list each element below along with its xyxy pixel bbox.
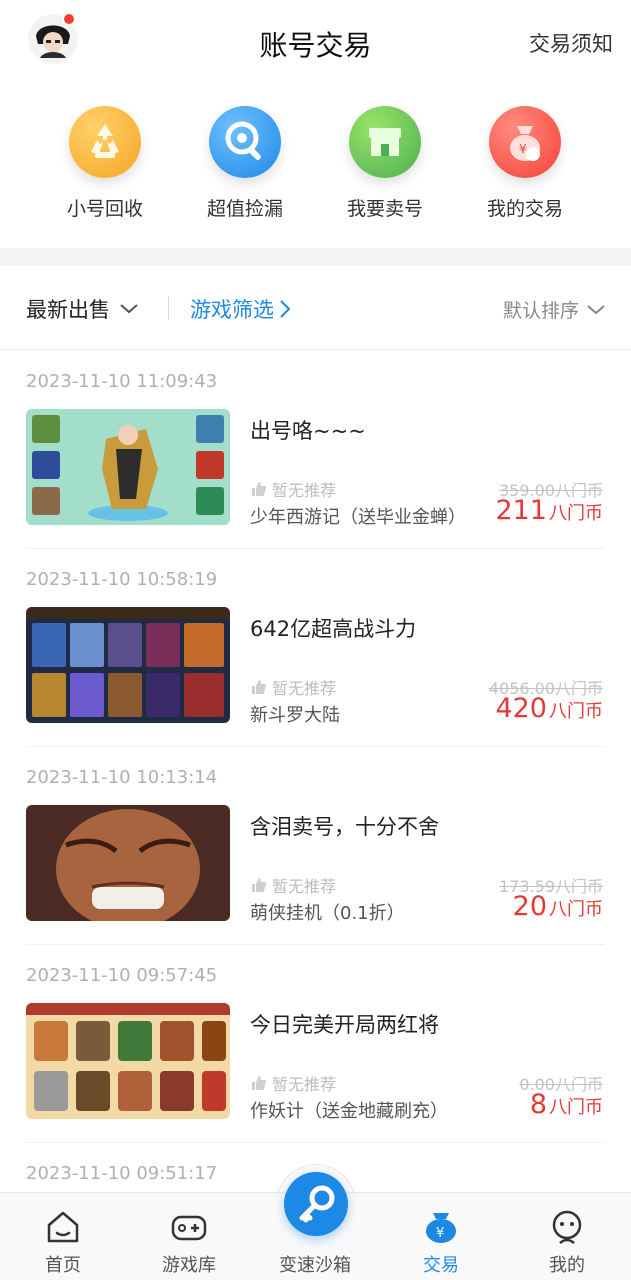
top-header: 账号交易 交易须知	[0, 0, 631, 84]
recommend-status: 暂无推荐	[250, 477, 336, 501]
recommend-label: 暂无推荐	[272, 679, 337, 698]
listing-thumbnail	[26, 1003, 230, 1119]
gamepad-icon	[171, 1215, 207, 1241]
quick-action-my-trades[interactable]: ¥ 我的交易	[455, 100, 595, 221]
filter-separator	[168, 296, 169, 320]
svg-text:¥: ¥	[436, 1226, 444, 1241]
listing-list: 2023-11-10 11:09:43 出号咯~~~ 暂无推荐 少年西游记（送毕…	[0, 351, 631, 1280]
quick-action-label: 我要卖号	[346, 198, 423, 220]
price-value: 8	[529, 1089, 547, 1120]
recommend-status: 暂无推荐	[250, 1071, 336, 1095]
recommend-label: 暂无推荐	[272, 877, 337, 896]
price-unit: 八门币	[549, 899, 603, 920]
listing-title: 出号咯~~~	[250, 419, 366, 443]
latest-sale-label: 最新出售	[26, 298, 110, 322]
tab-home[interactable]: 首页	[0, 1193, 126, 1280]
sale-price: 420 八门币	[495, 693, 603, 724]
quick-actions: 小号回收 超值捡漏 我要卖号 ¥ 我的交易	[0, 100, 631, 240]
tab-label: 首页	[45, 1255, 81, 1276]
listing-game: 少年西游记（送毕业金蝉）	[250, 507, 466, 528]
tab-label: 游戏库	[162, 1255, 216, 1276]
sale-price: 8 八门币	[530, 1089, 603, 1120]
price-unit: 八门币	[549, 1097, 603, 1118]
listing-title: 642亿超高战斗力	[250, 617, 417, 641]
sort-dropdown[interactable]: 默认排序	[503, 296, 607, 323]
sale-price: 211 八门币	[495, 495, 603, 526]
tab-me[interactable]: 我的	[504, 1193, 630, 1280]
price-unit: 八门币	[549, 503, 603, 524]
listing-time: 2023-11-10 11:09:43	[26, 371, 218, 392]
game-filter-label: 游戏筛选	[190, 298, 274, 322]
tab-label: 变速沙箱	[279, 1255, 351, 1276]
tab-trade[interactable]: ¥ 交易	[378, 1193, 504, 1280]
thumbs-up-icon	[252, 482, 267, 496]
listing-thumbnail	[26, 607, 230, 723]
profile-icon	[552, 1210, 582, 1244]
price-value: 211	[495, 495, 547, 526]
key-icon	[299, 1185, 335, 1223]
listing-title: 今日完美开局两红将	[250, 1013, 439, 1037]
trade-notice-link[interactable]: 交易须知	[529, 28, 613, 58]
sort-label: 默认排序	[502, 300, 579, 322]
listing-item[interactable]: 2023-11-10 11:09:43 出号咯~~~ 暂无推荐 少年西游记（送毕…	[0, 351, 631, 549]
listing-thumbnail	[26, 805, 230, 921]
latest-sale-dropdown[interactable]: 最新出售	[26, 294, 140, 324]
price-unit: 八门币	[549, 701, 603, 722]
recommend-label: 暂无推荐	[272, 1075, 337, 1094]
listing-game: 萌侠挂机（0.1折）	[250, 903, 405, 924]
listing-time: 2023-11-10 10:58:19	[26, 569, 218, 590]
thumbs-up-icon	[252, 1076, 267, 1090]
listing-thumbnail	[26, 409, 230, 525]
quick-action-label: 我的交易	[486, 198, 563, 220]
quick-action-label: 小号回收	[66, 198, 143, 220]
listing-time: 2023-11-10 09:51:17	[26, 1163, 218, 1184]
listing-game: 作妖计（送金地藏刷充）	[250, 1101, 448, 1122]
thumbs-up-icon	[252, 878, 267, 892]
chevron-right-icon	[280, 300, 291, 318]
listing-item[interactable]: 2023-11-10 09:57:45 今日完美开局两红将 暂无推荐 作妖计（送…	[0, 945, 631, 1143]
money-bag-icon: ¥	[489, 106, 561, 178]
recycle-icon	[69, 106, 141, 178]
chevron-down-icon	[120, 304, 138, 314]
thumbs-up-icon	[252, 680, 267, 694]
quick-action-bargain[interactable]: 超值捡漏	[175, 100, 315, 221]
listing-time: 2023-11-10 10:13:14	[26, 767, 218, 788]
sandbox-fab-button[interactable]	[284, 1172, 348, 1236]
shop-icon	[349, 106, 421, 178]
chevron-down-icon	[587, 304, 605, 314]
tab-game-library[interactable]: 游戏库	[126, 1193, 252, 1280]
filter-bar: 最新出售 游戏筛选 默认排序	[0, 266, 631, 350]
quick-action-label: 超值捡漏	[206, 198, 283, 220]
quick-action-recycle[interactable]: 小号回收	[35, 100, 175, 221]
recommend-status: 暂无推荐	[250, 675, 336, 699]
recommend-status: 暂无推荐	[250, 873, 336, 897]
quick-action-sell[interactable]: 我要卖号	[315, 100, 455, 221]
listing-game: 新斗罗大陆	[250, 705, 340, 726]
sale-price: 20 八门币	[513, 891, 603, 922]
game-filter-link[interactable]: 游戏筛选	[190, 294, 292, 324]
listing-time: 2023-11-10 09:57:45	[26, 965, 218, 986]
listing-item[interactable]: 2023-11-10 10:13:14 含泪卖号，十分不舍 暂无推荐 萌侠挂机（…	[0, 747, 631, 945]
price-value: 20	[512, 891, 547, 922]
listing-title: 含泪卖号，十分不舍	[250, 815, 439, 839]
home-icon	[47, 1211, 79, 1243]
recommend-label: 暂无推荐	[272, 481, 337, 500]
price-value: 420	[495, 693, 547, 724]
svg-text:¥: ¥	[519, 142, 527, 156]
tab-label: 交易	[423, 1255, 459, 1276]
listing-item[interactable]: 2023-11-10 10:58:19 642亿超高战斗力 暂无推荐 新斗罗大陆…	[0, 549, 631, 747]
magnifier-icon	[209, 106, 281, 178]
section-divider	[0, 248, 631, 266]
trade-bag-icon: ¥	[426, 1213, 456, 1243]
tab-label: 我的	[549, 1255, 585, 1276]
